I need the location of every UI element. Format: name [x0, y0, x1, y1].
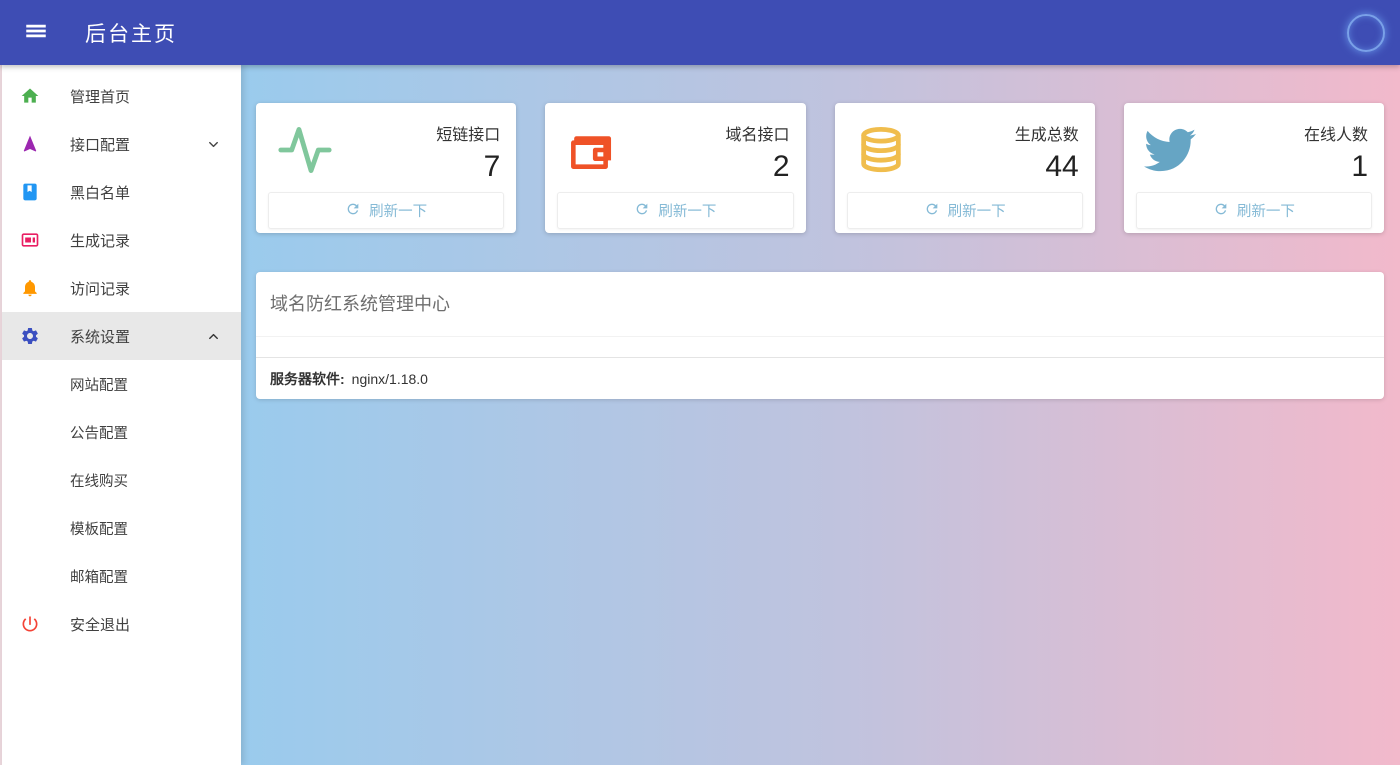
navigation-icon — [20, 134, 40, 154]
home-icon — [20, 86, 40, 106]
stat-title: 域名接口 — [725, 121, 789, 145]
panel-title: 域名防红系统管理中心 — [256, 272, 1384, 336]
menu-toggle-button[interactable] — [21, 18, 51, 48]
panel-divider-strip — [256, 336, 1384, 358]
refresh-button[interactable]: 刷新一下 — [557, 192, 793, 229]
sidebar-item-system-settings[interactable]: 系统设置 — [2, 312, 241, 360]
database-icon — [855, 119, 913, 181]
sidebar: 管理首页 接口配置 黑白名单 生成记录 — [2, 65, 241, 765]
sidebar-item-label: 安全退出 — [70, 614, 130, 635]
sidebar-item-logout[interactable]: 安全退出 — [2, 600, 241, 648]
chevron-up-icon — [206, 329, 221, 344]
top-navbar: 后台主页 — [0, 0, 1400, 65]
sidebar-item-label: 黑白名单 — [70, 182, 130, 203]
hamburger-menu-icon — [23, 18, 49, 47]
refresh-icon — [1213, 201, 1229, 221]
sidebar-item-api-config[interactable]: 接口配置 — [2, 120, 241, 168]
stat-card-shortlink-api: 短链接口 7 刷新一下 — [256, 103, 516, 233]
wallet-icon — [565, 119, 623, 181]
power-icon — [20, 614, 40, 634]
main-content: 短链接口 7 刷新一下 域名接口 — [241, 65, 1400, 765]
sidebar-subitem-template-config[interactable]: 模板配置 — [2, 504, 241, 552]
avatar[interactable] — [1347, 14, 1385, 52]
twitter-icon — [1144, 119, 1202, 181]
page-title: 后台主页 — [85, 18, 177, 48]
refresh-button[interactable]: 刷新一下 — [268, 192, 504, 229]
page: 后台主页 管理首页 接口配置 黑白名单 — [0, 0, 1400, 765]
sidebar-item-blacklist[interactable]: 黑白名单 — [2, 168, 241, 216]
server-info-row: 服务器软件: nginx/1.18.0 — [256, 358, 1384, 399]
sidebar-subitem-website-config[interactable]: 网站配置 — [2, 360, 241, 408]
sidebar-subitem-mail-config[interactable]: 邮箱配置 — [2, 552, 241, 600]
sidebar-item-generate-records[interactable]: 生成记录 — [2, 216, 241, 264]
stat-cards-row: 短链接口 7 刷新一下 域名接口 — [256, 103, 1384, 233]
sidebar-subitem-online-purchase[interactable]: 在线购买 — [2, 456, 241, 504]
stat-title: 短链接口 — [436, 121, 500, 145]
refresh-label: 刷新一下 — [948, 200, 1006, 221]
pulse-icon — [276, 119, 334, 181]
sidebar-item-label: 管理首页 — [70, 86, 130, 107]
server-software-label: 服务器软件: — [270, 369, 345, 389]
gear-icon — [20, 326, 40, 346]
refresh-button[interactable]: 刷新一下 — [847, 192, 1083, 229]
book-icon — [20, 182, 40, 202]
refresh-icon — [345, 201, 361, 221]
sidebar-item-access-records[interactable]: 访问记录 — [2, 264, 241, 312]
refresh-button[interactable]: 刷新一下 — [1136, 192, 1372, 229]
system-info-panel: 域名防红系统管理中心 服务器软件: nginx/1.18.0 — [256, 272, 1384, 399]
sidebar-item-label: 接口配置 — [70, 134, 130, 155]
stat-card-generated-total: 生成总数 44 刷新一下 — [835, 103, 1095, 233]
stat-card-domain-api: 域名接口 2 刷新一下 — [545, 103, 805, 233]
stat-value: 7 — [436, 150, 500, 183]
stat-value: 44 — [1015, 150, 1079, 183]
stat-card-online-users: 在线人数 1 刷新一下 — [1124, 103, 1384, 233]
layout-icon — [20, 230, 40, 250]
refresh-icon — [924, 201, 940, 221]
refresh-label: 刷新一下 — [369, 200, 427, 221]
sidebar-item-admin-home[interactable]: 管理首页 — [2, 72, 241, 120]
sidebar-item-label: 生成记录 — [70, 230, 130, 251]
stat-value: 2 — [725, 150, 789, 183]
refresh-icon — [634, 201, 650, 221]
sidebar-item-label: 系统设置 — [70, 326, 130, 347]
stat-title: 在线人数 — [1304, 121, 1368, 145]
bell-icon — [20, 278, 40, 298]
refresh-label: 刷新一下 — [1237, 200, 1295, 221]
server-software-value: nginx/1.18.0 — [352, 371, 428, 387]
stat-title: 生成总数 — [1015, 121, 1079, 145]
refresh-label: 刷新一下 — [658, 200, 716, 221]
stat-value: 1 — [1304, 150, 1368, 183]
chevron-down-icon — [206, 137, 221, 152]
sidebar-item-label: 访问记录 — [70, 278, 130, 299]
sidebar-subitem-announcement-config[interactable]: 公告配置 — [2, 408, 241, 456]
